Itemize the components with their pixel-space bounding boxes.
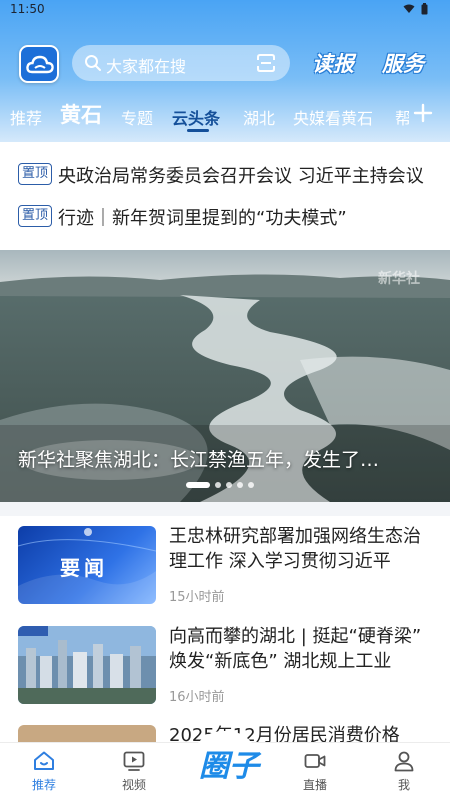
tab-help[interactable]: 帮 — [395, 105, 409, 129]
news-list-item[interactable]: 向高而攀的湖北 | 挺起“硬脊梁” 焕发“新底色” 湖北规上工业 16小时前 — [0, 626, 450, 722]
home-icon — [34, 751, 54, 770]
hero-caption: 新华社聚焦湖北：长江禁渔五年，发生了… — [18, 449, 380, 471]
carousel-dots — [186, 482, 254, 488]
pinned-item[interactable]: 置顶 央政治局常务委员会召开会议 习近平主持会议 — [0, 155, 450, 195]
nav-live[interactable]: 直播 — [285, 749, 345, 793]
search-box[interactable]: 大家都在搜 — [72, 45, 290, 81]
status-bar: 11:50 — [0, 0, 450, 20]
hero-watermark: 新华社 — [378, 271, 420, 287]
pinned-badge: 置顶 — [18, 205, 53, 227]
nav-recommend[interactable]: 推荐 — [14, 749, 74, 793]
news-thumbnail-label: 要闻 — [60, 556, 108, 580]
camera-icon — [304, 754, 326, 768]
search-icon — [85, 55, 101, 71]
pinned-item[interactable]: 置顶 行迹｜新年贺词里提到的“功夫模式” — [0, 197, 450, 237]
carousel-dot[interactable] — [215, 482, 221, 488]
tab-topics[interactable]: 专题 — [121, 105, 153, 129]
news-title: 王忠林研究部署加强网络生态治理工作 深入学习贯彻习近平 — [169, 526, 421, 572]
city-skyline-image — [18, 626, 156, 704]
status-icons — [403, 3, 428, 15]
nav-video[interactable]: 视频 — [104, 749, 164, 793]
nav-circle-button[interactable]: 圈子 — [191, 731, 259, 795]
tab-recommend[interactable]: 推荐 — [10, 105, 42, 129]
service-button[interactable]: 服务 — [382, 48, 424, 78]
carousel-dot[interactable] — [237, 482, 243, 488]
news-time: 16小时前 — [169, 690, 225, 705]
news-thumbnail — [18, 626, 156, 704]
section-divider — [0, 502, 450, 516]
pinned-title: 行迹｜新年贺词里提到的“功夫模式” — [58, 208, 347, 229]
tab-huangshi[interactable]: 黄石 — [60, 99, 102, 129]
news-thumbnail: 要闻 — [18, 526, 156, 604]
news-title: 向高而攀的湖北 | 挺起“硬脊梁” 焕发“新底色” 湖北规上工业 — [169, 626, 422, 672]
news-time: 15小时前 — [169, 590, 225, 605]
carousel-dot[interactable] — [186, 482, 210, 488]
nav-circle-label: 圈子 — [199, 749, 259, 784]
status-time: 11:50 — [10, 2, 45, 16]
cloud-logo-icon — [26, 55, 54, 74]
nav-me[interactable]: 我 — [374, 749, 434, 793]
carousel-dot[interactable] — [226, 482, 232, 488]
carousel-dot[interactable] — [248, 482, 254, 488]
header: 11:50 大家都在搜 读报 服务 推荐 黄石 专题 云头条 湖北 央媒看黄石 … — [0, 0, 450, 142]
pinned-title: 央政治局常务委员会召开会议 习近平主持会议 — [58, 166, 424, 187]
tab-hubei[interactable]: 湖北 — [243, 105, 275, 129]
wifi-icon — [403, 4, 415, 13]
tab-yun-headlines[interactable]: 云头条 — [172, 105, 220, 129]
pinned-badge: 置顶 — [18, 163, 53, 185]
app-logo[interactable] — [19, 45, 59, 83]
tab-central-media[interactable]: 央媒看黄石 — [293, 105, 373, 129]
search-placeholder: 大家都在搜 — [106, 57, 187, 76]
battery-icon — [421, 3, 428, 15]
scan-icon[interactable] — [256, 53, 276, 73]
news-list-item[interactable]: 要闻 王忠林研究部署加强网络生态治理工作 深入学习贯彻习近平 15小时前 — [0, 526, 450, 622]
nav-me-label: 我 — [397, 778, 410, 792]
user-icon — [394, 751, 414, 772]
nav-recommend-label: 推荐 — [31, 778, 56, 792]
tab-bar: 推荐 黄石 专题 云头条 湖北 央媒看黄石 帮 — [0, 96, 450, 136]
nav-live-label: 直播 — [302, 778, 327, 792]
add-channel-icon[interactable] — [410, 100, 436, 126]
video-icon — [123, 751, 145, 771]
nav-video-label: 视频 — [121, 778, 146, 792]
read-newspaper-button[interactable]: 读报 — [312, 48, 354, 78]
active-tab-indicator — [187, 129, 209, 132]
